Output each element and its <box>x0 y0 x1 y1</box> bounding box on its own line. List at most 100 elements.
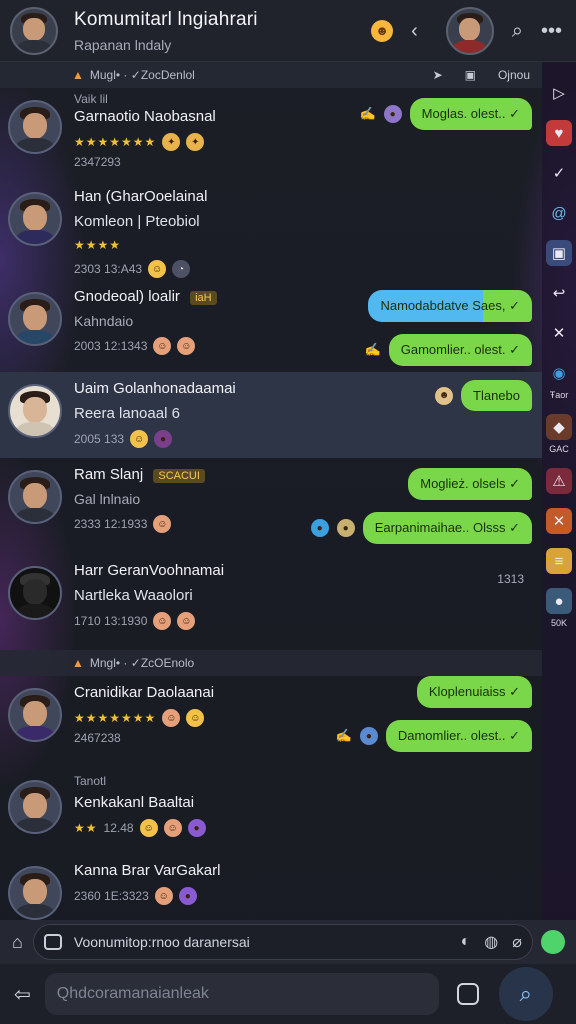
emoji-icon: ☺ <box>153 337 172 355</box>
fire-icon: ▲ <box>72 68 84 82</box>
chat-row[interactable]: Gnodeoal) loalir iaH Kahndaio 2003 12:13… <box>0 280 542 372</box>
emoji-icon: ☺ <box>163 819 182 837</box>
at-icon[interactable]: @ <box>546 200 572 226</box>
emoji-icon: ● <box>178 887 197 905</box>
sticker-icon[interactable] <box>456 983 479 1005</box>
back-chevron-icon[interactable]: ‹ <box>411 21 418 41</box>
badge-icon[interactable]: ≡ <box>546 548 572 574</box>
chat-row[interactable]: Han (GharOoelainal Komleon | Pteobiol ★★… <box>0 180 542 280</box>
message-bubble[interactable]: Namodabdatve Saes, ✓ <box>368 290 532 322</box>
row-meta: 2005 133 <box>74 432 125 446</box>
chat-preview: Nartleka Waaolori <box>74 587 193 604</box>
game-icon[interactable]: ◆ <box>546 414 572 440</box>
drop-icon: ● <box>310 519 329 537</box>
emoji-icon: ☺ <box>148 260 167 278</box>
home-icon[interactable]: ⌂ <box>12 932 23 953</box>
more-icon[interactable]: ••• <box>541 21 562 41</box>
emoji-icon: ✦ <box>186 133 205 151</box>
chat-row[interactable]: Tanotl Kenkakanl Baaltai ★★ 12.48 ☺ ☺ ● <box>0 768 542 854</box>
back-icon[interactable]: ⇦ <box>14 982 31 1007</box>
section-strip: ▲ Mngl• · ✓ZcOEnolo <box>0 650 542 676</box>
search-icon: ⌕ <box>519 981 532 1006</box>
chat-name: Kanna Brar VarGakarl <box>74 862 221 879</box>
avatar-icon: ● <box>359 727 378 745</box>
avatar <box>8 384 62 438</box>
avatar <box>8 292 62 346</box>
search-button[interactable]: ⌕ <box>498 967 553 1021</box>
emoji-icon: ☺ <box>139 819 158 837</box>
status-icon[interactable] <box>540 930 565 954</box>
section-strip: ▲ Mugl• · ✓ZocDenlol ➤ ▣ Ojnou <box>0 62 542 88</box>
attach-icon[interactable]: ⌀ <box>512 932 522 952</box>
chat-preview: Komleon | Pteobiol <box>74 213 200 230</box>
like-icon[interactable]: ✍ <box>336 728 352 744</box>
status-badge: SCACUI <box>153 469 205 483</box>
row-meta: 2303 13:A43 <box>74 262 143 276</box>
message-bubble[interactable]: Tlanebo <box>461 380 532 411</box>
emoji-icon: ☺ <box>177 337 196 355</box>
chat-row[interactable]: Kanna Brar VarGakarl 2360 1E:3323 ☺ ● <box>0 854 542 920</box>
check-icon[interactable]: ✓ <box>546 160 572 186</box>
chat-row[interactable]: Ram Slanj SCACUI Gal lnlnaio 2333 12:193… <box>0 458 542 554</box>
avatar <box>8 866 62 920</box>
camera-icon[interactable] <box>43 934 62 950</box>
chat-row[interactable]: Harr GeranVoohnamai Nartleka Waaolori 17… <box>0 554 542 650</box>
row-meta: 2003 12:1343 <box>74 339 148 353</box>
emoji-icon: ● <box>154 430 173 448</box>
message-input-text[interactable]: Voonumitop:rnoo daranersai <box>74 934 447 950</box>
heart-icon[interactable]: ♥ <box>546 120 572 146</box>
strip-right-label[interactable]: Ojnou <box>498 68 530 82</box>
sticker-icon[interactable]: ◍ <box>484 932 498 952</box>
avatar-icon: ● <box>336 519 355 537</box>
message-bubble[interactable]: Moglież. olsels ✓ <box>408 468 532 500</box>
chat-name: Cranidikar Daolaanai <box>74 684 215 701</box>
message-bubble[interactable]: Gamomlier.. olest. ✓ <box>388 334 532 366</box>
header-text[interactable]: Komumitarl lngiahrari Rapanan lndaly <box>74 9 371 53</box>
message-bubble[interactable]: Earpanimaihae.. Olsss ✓ <box>362 512 532 544</box>
avatar-icon[interactable]: ● <box>546 588 572 614</box>
mic-icon[interactable]: ◐ <box>461 933 471 951</box>
chat-row[interactable]: Uaim Golanhonadaamai Reera lanoaal 6 200… <box>0 372 542 458</box>
target-icon[interactable]: ◉ <box>546 360 572 386</box>
play-icon[interactable]: ▷ <box>546 80 572 106</box>
close-icon[interactable]: ✕ <box>546 320 572 346</box>
chat-row[interactable]: Vaik lil Garnaotio Naobasnal ★★★★★★★ ✦ ✦… <box>0 88 542 180</box>
like-icon[interactable]: ✍ <box>365 342 381 358</box>
rating-stars: ★★ <box>74 821 98 835</box>
reply-icon[interactable]: ↩ <box>546 280 572 306</box>
emoji-icon[interactable]: ☻ <box>371 19 394 42</box>
message-input[interactable]: Voonumitop:rnoo daranersai ◐ ◍ ⌀ <box>32 924 533 960</box>
search-icon[interactable]: ⌕ <box>512 21 523 41</box>
chat-list: ▲ Mugl• · ✓ZocDenlol ➤ ▣ Ojnou Vaik lil … <box>0 62 542 920</box>
warning-icon[interactable]: ⚠ <box>546 468 572 494</box>
message-bubble[interactable]: Damomlier.. olest.. ✓ <box>385 720 532 752</box>
sticker-icon: ☻ <box>435 386 454 405</box>
emoji-icon: ☺ <box>177 612 196 630</box>
chat-preview: Gal lnlnaio <box>74 491 141 507</box>
group-avatar[interactable] <box>10 6 58 55</box>
chat-row[interactable]: Cranidikar Daolaanai ★★★★★★★ ☺ ☺ 2467238… <box>0 676 542 768</box>
image-icon[interactable]: ▣ <box>546 240 572 266</box>
chat-name: Han (GharOoelainal <box>74 188 208 205</box>
strip-label: Mngl• · ✓ZcOEnolo <box>89 656 195 670</box>
flag-icon[interactable]: ✕ <box>546 508 572 534</box>
image-icon[interactable]: ▣ <box>465 68 476 82</box>
right-rail: ▷ ♥ ✓ @ ▣ ↩ ✕ ◉ Ŧaor ◆ GAC ⚠ ✕ ≡ ● 50K <box>542 62 576 920</box>
chat-preview: Reera lanoaal 6 <box>74 405 180 422</box>
page-subtitle: Rapanan lndaly <box>74 36 172 53</box>
chat-name: Gnodeoal) loalir <box>74 288 180 305</box>
row-meta: 2467238 <box>74 731 121 745</box>
composer-bar: ⌂ Voonumitop:rnoo daranersai ◐ ◍ ⌀ <box>0 920 576 964</box>
share-icon[interactable]: ➤ <box>433 68 443 82</box>
emoji-icon: ☺ <box>130 430 149 448</box>
emoji-icon: ☺ <box>153 612 172 630</box>
like-icon[interactable]: ✍ <box>359 106 375 122</box>
fire-icon: ▲ <box>72 656 84 670</box>
message-bubble[interactable]: Moglas. olest.. ✓ <box>409 98 532 130</box>
profile-avatar[interactable] <box>445 6 494 55</box>
message-bubble[interactable]: Kloplenuiaiss ✓ <box>416 676 532 708</box>
avatar <box>8 470 62 524</box>
chat-preview: Kahndaio <box>74 313 134 329</box>
search-input[interactable]: Qhdcoramanaianleak <box>44 973 439 1015</box>
chat-name: Ram Slanj <box>74 466 144 483</box>
